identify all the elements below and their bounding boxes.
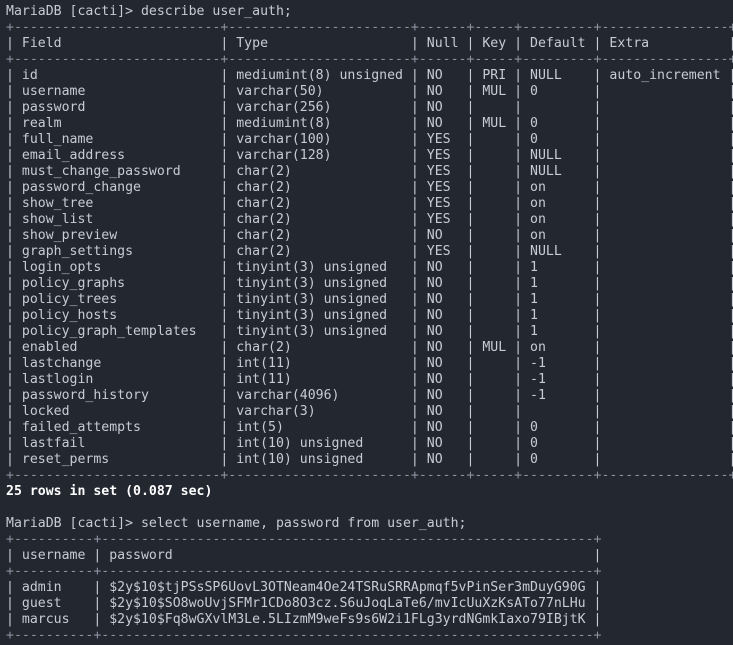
describe-table-row: | show_preview | char(2) | NO | | on | |	[6, 228, 733, 243]
describe-table-row: | reset_perms | int(10) unsigned | NO | …	[6, 452, 733, 467]
select-table-header-border: +----------+----------------------------…	[6, 564, 602, 579]
select-table-top-border: +----------+----------------------------…	[6, 532, 602, 547]
describe-table-row: | locked | varchar(3) | NO | | | |	[6, 404, 733, 419]
describe-table-row: | show_tree | char(2) | YES | | on | |	[6, 196, 733, 211]
describe-table-row: | failed_attempts | int(5) | NO | | 0 | …	[6, 420, 733, 435]
describe-table-row: | policy_hosts | tinyint(3) unsigned | N…	[6, 308, 733, 323]
describe-table-row: | password_change | char(2) | YES | | on…	[6, 180, 733, 195]
describe-table-header-border: +--------------------------+------------…	[6, 52, 733, 67]
describe-table-row: | full_name | varchar(100) | YES | | 0 |…	[6, 132, 733, 147]
result-status-describe: 25 rows in set (0.087 sec)	[6, 484, 213, 499]
describe-table-header-row: | Field | Type | Null | Key | Default | …	[6, 36, 733, 51]
describe-table-row: | password_history | varchar(4096) | NO …	[6, 388, 733, 403]
describe-table-row: | enabled | char(2) | NO | MUL | on | |	[6, 340, 733, 355]
select-table-bottom-border: +----------+----------------------------…	[6, 628, 602, 643]
describe-table-row: | must_change_password | char(2) | YES |…	[6, 164, 733, 179]
command-line-describe[interactable]: MariaDB [cacti]> describe user_auth;	[6, 4, 733, 20]
describe-table-row: | login_opts | tinyint(3) unsigned | NO …	[6, 260, 733, 275]
describe-table-row: | realm | mediumint(8) | NO | MUL | 0 | …	[6, 116, 733, 131]
describe-table-row: | graph_settings | char(2) | YES | | NUL…	[6, 244, 733, 259]
terminal-screen[interactable]: MariaDB [cacti]> describe user_auth; +---…	[0, 0, 733, 645]
describe-table-row: | policy_graph_templates | tinyint(3) un…	[6, 324, 733, 339]
describe-table-row: | lastfail | int(10) unsigned | NO | | 0…	[6, 436, 733, 451]
describe-table-row: | id | mediumint(8) unsigned | NO | PRI …	[6, 68, 733, 83]
select-table-row: | marcus | $2y$10$Fq8wGXvlM3Le.5LIzmM9we…	[6, 612, 602, 627]
describe-table-row: | lastlogin | int(11) | NO | | -1 | |	[6, 372, 733, 387]
select-table-row: | admin | $2y$10$tjPSsSP6UovL3OTNeam4Oe2…	[6, 580, 602, 595]
command-line-select[interactable]: MariaDB [cacti]> select username, passwo…	[6, 516, 733, 532]
select-table-header-row: | username | password |	[6, 548, 602, 563]
describe-table-row: | show_list | char(2) | YES | | on | |	[6, 212, 733, 227]
describe-table-row: | email_address | varchar(128) | YES | |…	[6, 148, 733, 163]
select-table-row: | guest | $2y$10$SO8woUvjSFMr1CDo8O3cz.S…	[6, 596, 602, 611]
describe-table-bottom-border: +--------------------------+------------…	[6, 468, 733, 483]
describe-table-top-border: +--------------------------+------------…	[6, 20, 733, 35]
describe-table-row: | password | varchar(256) | NO | | | |	[6, 100, 733, 115]
describe-table-row: | username | varchar(50) | NO | MUL | 0 …	[6, 84, 733, 99]
describe-table-row: | lastchange | int(11) | NO | | -1 | |	[6, 356, 733, 371]
describe-table-row: | policy_graphs | tinyint(3) unsigned | …	[6, 276, 733, 291]
describe-table-row: | policy_trees | tinyint(3) unsigned | N…	[6, 292, 733, 307]
